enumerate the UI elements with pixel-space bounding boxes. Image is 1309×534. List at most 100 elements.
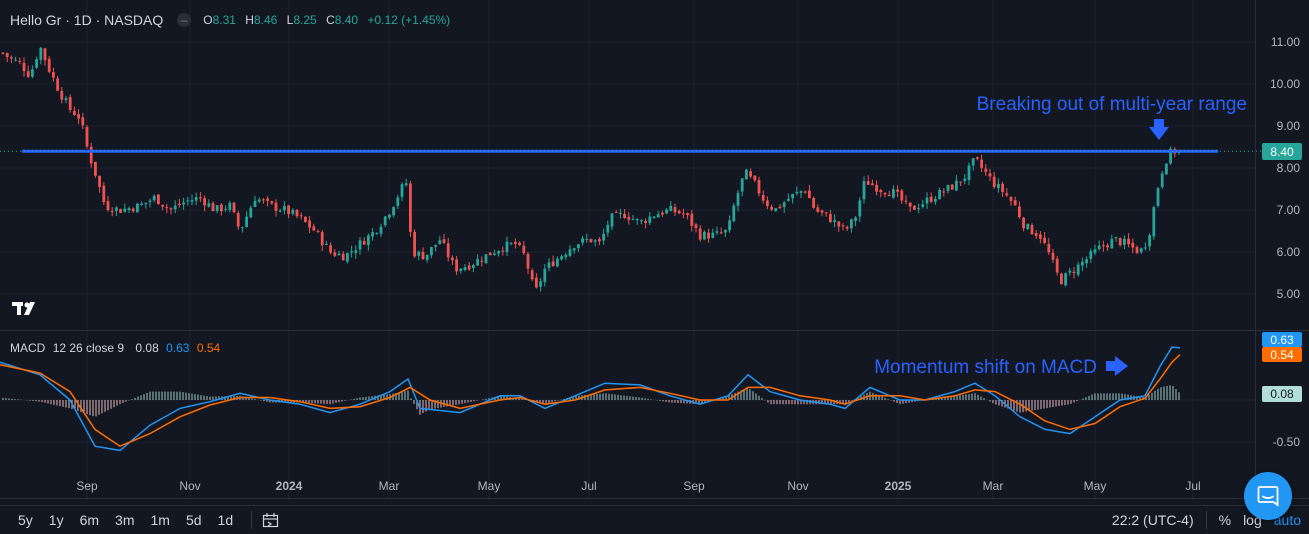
date-range-icon[interactable] xyxy=(262,512,280,528)
candle-body xyxy=(178,204,181,206)
candle-body xyxy=(358,240,362,250)
candle-body xyxy=(1026,224,1030,230)
symbol-title[interactable]: Hello Gr · 1D · NASDAQ xyxy=(10,12,163,28)
breakout-annotation[interactable]: Breaking out of multi-year range xyxy=(977,94,1247,115)
candle-body xyxy=(39,47,43,60)
candle-body xyxy=(484,254,488,264)
chart-canvas[interactable]: 11.00 10.00 9.00 8.00 7.00 6.00 5.00 -0.50 Sep… xyxy=(0,0,1309,534)
candle-body xyxy=(925,197,929,204)
candle-body xyxy=(1064,273,1067,286)
candle-body xyxy=(892,189,895,198)
candle-body xyxy=(560,256,563,260)
time-tick-label: Jul xyxy=(1185,479,1200,493)
candle-body xyxy=(173,205,177,210)
candle-body xyxy=(140,203,143,206)
candle-body xyxy=(505,241,509,253)
range-1d[interactable]: 1d xyxy=(210,512,242,528)
macd-axis[interactable]: -0.50 xyxy=(1273,435,1301,449)
candle-body xyxy=(959,181,962,183)
macd-value-badge: 0.63 xyxy=(1262,332,1302,347)
candle-body xyxy=(627,216,631,220)
candle-body xyxy=(564,254,568,258)
candle-body xyxy=(316,230,320,232)
candle-body xyxy=(1005,193,1009,196)
price-axis[interactable]: 11.00 10.00 9.00 8.00 7.00 6.00 5.00 xyxy=(1270,35,1300,301)
time-tick-label: Nov xyxy=(787,479,808,493)
candle-body xyxy=(938,189,941,200)
candle-body xyxy=(900,190,904,201)
candle-body xyxy=(824,212,828,214)
candle-body xyxy=(47,58,51,72)
price-tick-label: 8.00 xyxy=(1277,161,1301,175)
candle-body xyxy=(619,212,622,214)
candle-body xyxy=(400,184,404,197)
candle-body xyxy=(1156,188,1160,206)
candle-body xyxy=(656,214,660,218)
candle-body xyxy=(299,215,303,217)
candle-body xyxy=(346,253,349,262)
candle-body xyxy=(367,235,370,245)
candle-body xyxy=(526,253,530,269)
candle-body xyxy=(841,225,845,227)
time-tick-label: Mar xyxy=(983,479,1004,493)
momentum-annotation[interactable]: Momentum shift on MACD xyxy=(874,357,1097,378)
candle-body xyxy=(413,231,416,257)
range-1y[interactable]: 1y xyxy=(41,512,72,528)
time-tick-label: Sep xyxy=(683,479,705,493)
candle-body xyxy=(442,239,446,243)
ohlc-values: O8.31 H8.46 L8.25 C8.40 +0.12 (+1.45%) xyxy=(203,13,451,27)
range-6m[interactable]: 6m xyxy=(72,512,107,528)
candle-body xyxy=(35,59,38,68)
candle-body xyxy=(1110,238,1114,249)
time-tick-label: May xyxy=(478,479,501,493)
candle-body xyxy=(249,207,253,218)
candle-body xyxy=(887,194,891,197)
symbol-legend: Hello Gr · 1D · NASDAQ – O8.31 H8.46 L8.… xyxy=(10,12,450,28)
range-5d[interactable]: 5d xyxy=(178,512,210,528)
candle-body xyxy=(602,233,605,241)
candle-body xyxy=(278,210,282,212)
range-5y[interactable]: 5y xyxy=(10,512,41,528)
grid-lines xyxy=(0,0,1255,498)
svg-text:0.08: 0.08 xyxy=(1270,387,1294,401)
candle-body xyxy=(182,202,185,205)
candle-body xyxy=(606,224,610,233)
percent-scale-toggle[interactable]: % xyxy=(1213,512,1237,528)
candle-body xyxy=(732,205,736,222)
candle-body xyxy=(917,208,920,210)
candle-body xyxy=(530,270,534,280)
candle-body xyxy=(812,197,815,208)
candle-body xyxy=(392,206,395,216)
time-axis[interactable]: Sep Nov 2024 Mar May Jul Sep Nov 2025 Mar May Jul xyxy=(76,479,1200,493)
candle-body xyxy=(1055,258,1059,273)
candle-body xyxy=(803,191,807,193)
candle-body xyxy=(409,183,412,232)
indicator-name: MACD xyxy=(10,341,46,355)
timezone-clock[interactable]: 22:2 (UTC-4) xyxy=(1106,512,1200,528)
candle-body xyxy=(631,218,635,220)
chat-button[interactable] xyxy=(1244,472,1292,520)
market-status-icon[interactable]: – xyxy=(177,13,192,27)
tradingview-logo-icon[interactable] xyxy=(12,299,40,319)
candle-body xyxy=(640,220,643,222)
candle-body xyxy=(446,243,450,258)
candle-body xyxy=(1051,252,1055,260)
range-1m[interactable]: 1m xyxy=(143,512,178,528)
candle-body xyxy=(686,213,689,216)
candle-body xyxy=(644,220,647,223)
candle-body xyxy=(257,199,261,202)
range-3m[interactable]: 3m xyxy=(107,512,142,528)
candle-body xyxy=(778,206,782,208)
macd-tick-label: -0.50 xyxy=(1273,435,1301,449)
time-tick-label: Sep xyxy=(76,479,98,493)
candle-body xyxy=(110,211,114,213)
macd-legend[interactable]: MACD 12 26 close 9 0.08 0.63 0.54 xyxy=(10,341,220,355)
candle-body xyxy=(963,178,967,181)
candle-body xyxy=(1013,200,1017,206)
candle-body xyxy=(1018,206,1021,218)
histogram-value: 0.08 xyxy=(135,341,159,355)
candle-body xyxy=(396,197,400,206)
candle-body xyxy=(388,214,391,218)
candle-body xyxy=(766,200,769,207)
candle-body xyxy=(1102,245,1105,247)
